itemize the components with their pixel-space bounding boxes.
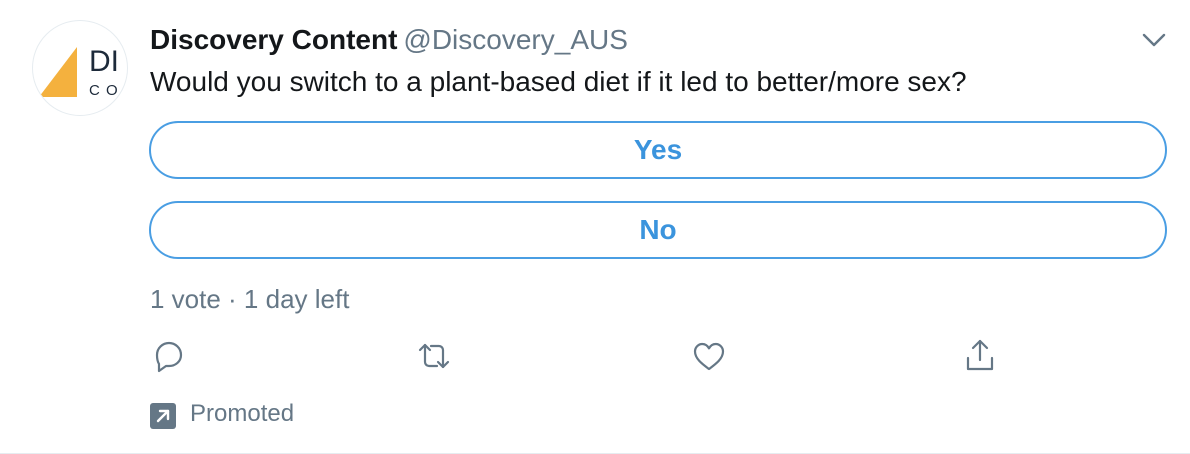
poll-option-no[interactable]: No: [149, 201, 1167, 259]
share-icon[interactable]: [960, 336, 1000, 376]
chevron-down-icon[interactable]: [1138, 26, 1170, 54]
poll-option-yes[interactable]: Yes: [149, 121, 1167, 179]
logo-text-bottom: C O: [89, 82, 119, 99]
promoted-arrow-icon: [150, 403, 176, 429]
tweet-text: Would you switch to a plant-based diet i…: [150, 66, 967, 97]
tweet-card[interactable]: DI C O Discovery Content @Discovery_AUS W…: [0, 0, 1190, 454]
retweet-icon[interactable]: [414, 336, 454, 376]
tweet-header: Discovery Content @Discovery_AUS: [150, 22, 628, 58]
like-icon[interactable]: [689, 336, 729, 376]
logo-text-top: DI: [89, 45, 119, 78]
display-name[interactable]: Discovery Content: [150, 24, 397, 55]
user-handle[interactable]: @Discovery_AUS: [403, 24, 627, 55]
avatar[interactable]: DI C O: [32, 20, 128, 116]
poll-meta: 1 vote · 1 day left: [150, 284, 350, 314]
discovery-logo-icon: DI C O: [39, 45, 119, 99]
promoted-label: Promoted: [190, 400, 295, 427]
reply-icon[interactable]: [149, 336, 189, 376]
